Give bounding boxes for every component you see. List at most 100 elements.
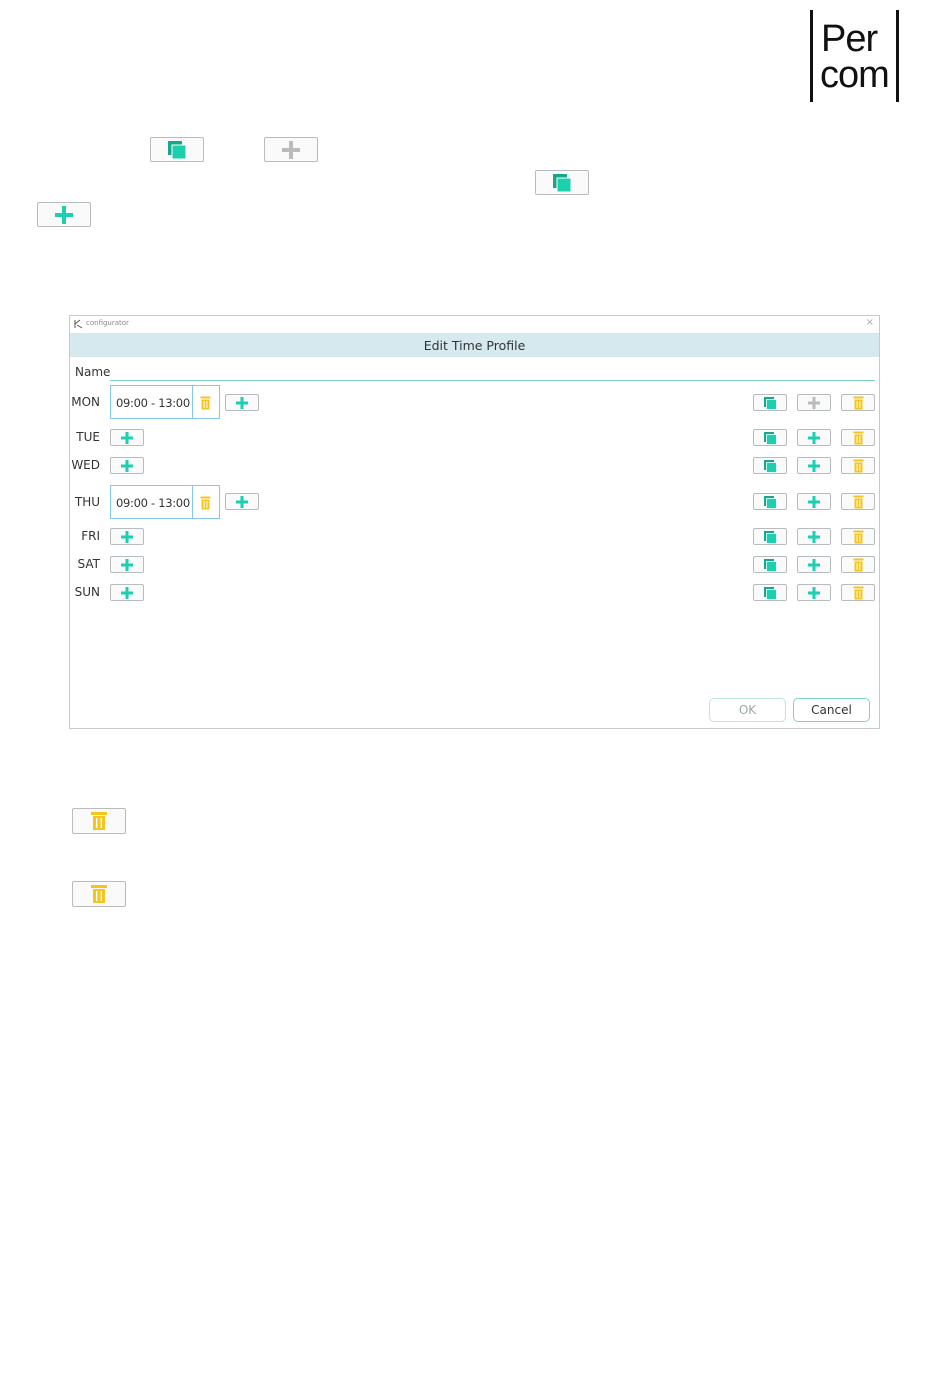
plus-icon bbox=[121, 431, 133, 444]
time-slot-thu[interactable]: 09:00 - 13:00 bbox=[110, 485, 220, 519]
copy-day-button-sat[interactable] bbox=[753, 556, 787, 573]
add-slot-button-fri[interactable] bbox=[110, 528, 144, 545]
logo-text-bottom: com bbox=[820, 54, 890, 96]
day-label-sun: SUN bbox=[74, 585, 100, 599]
delete-button-sample-2[interactable] bbox=[72, 881, 126, 907]
plus-icon bbox=[808, 396, 820, 409]
plus-icon bbox=[282, 140, 300, 159]
window-titlebar: configurator × bbox=[70, 316, 879, 333]
add-slot-button-mon[interactable] bbox=[225, 394, 259, 411]
add-slot-button-wed[interactable] bbox=[110, 457, 144, 474]
trash-icon bbox=[91, 885, 107, 903]
copy-day-button-mon[interactable] bbox=[753, 394, 787, 411]
copy-icon bbox=[764, 495, 777, 509]
plus-icon bbox=[121, 558, 133, 571]
copy-day-button-tue[interactable] bbox=[753, 429, 787, 446]
day-label-tue: TUE bbox=[76, 430, 100, 444]
dialog-header: Edit Time Profile bbox=[70, 333, 879, 357]
logo-bar-left bbox=[810, 10, 813, 102]
clear-day-button-fri[interactable] bbox=[841, 528, 875, 545]
logo-bar-right bbox=[896, 10, 899, 102]
paste-day-button-fri[interactable] bbox=[797, 528, 831, 545]
paste-day-button-mon[interactable] bbox=[797, 394, 831, 411]
paste-day-button-sun[interactable] bbox=[797, 584, 831, 601]
add-slot-button-thu[interactable] bbox=[225, 493, 259, 510]
logo-text-top: Per bbox=[821, 18, 878, 60]
add-slot-button-sat[interactable] bbox=[110, 556, 144, 573]
copy-icon bbox=[168, 140, 187, 159]
time-slot-text: 09:00 - 13:00 bbox=[116, 496, 190, 510]
name-input[interactable] bbox=[110, 380, 875, 381]
delete-button-sample[interactable] bbox=[72, 808, 126, 834]
copy-icon bbox=[764, 530, 777, 544]
cancel-button[interactable]: Cancel bbox=[793, 698, 870, 722]
trash-icon bbox=[853, 459, 863, 472]
ipercom-logo: Per com bbox=[810, 10, 902, 104]
day-label-fri: FRI bbox=[81, 529, 100, 543]
plus-icon bbox=[808, 558, 820, 571]
time-slot-divider bbox=[192, 386, 193, 418]
trash-icon bbox=[853, 495, 863, 508]
copy-day-button-wed[interactable] bbox=[753, 457, 787, 474]
plus-icon bbox=[808, 530, 820, 543]
dialog-title: Edit Time Profile bbox=[423, 338, 526, 353]
time-slot-text: 09:00 - 13:00 bbox=[116, 396, 190, 410]
trash-icon bbox=[91, 812, 107, 830]
time-slot-mon[interactable]: 09:00 - 13:00 bbox=[110, 385, 220, 419]
trash-icon bbox=[200, 396, 211, 410]
clear-day-button-wed[interactable] bbox=[841, 457, 875, 474]
paste-day-button-thu[interactable] bbox=[797, 493, 831, 510]
name-label: Name bbox=[75, 365, 111, 379]
plus-icon bbox=[808, 431, 820, 444]
day-label-mon: MON bbox=[71, 395, 100, 409]
ok-button[interactable]: OK bbox=[709, 698, 786, 722]
plus-icon bbox=[121, 586, 133, 599]
copy-icon bbox=[764, 396, 777, 410]
copy-icon bbox=[764, 558, 777, 572]
copy-day-button-fri[interactable] bbox=[753, 528, 787, 545]
plus-icon bbox=[55, 205, 73, 224]
copy-icon bbox=[553, 173, 572, 192]
app-icon bbox=[74, 319, 83, 329]
trash-icon bbox=[853, 396, 863, 409]
copy-icon bbox=[764, 431, 777, 445]
plus-icon bbox=[121, 459, 133, 472]
paste-day-button-tue[interactable] bbox=[797, 429, 831, 446]
paste-day-button-sat[interactable] bbox=[797, 556, 831, 573]
copy-icon bbox=[764, 586, 777, 600]
delete-slot-button[interactable] bbox=[200, 395, 211, 414]
clear-day-button-tue[interactable] bbox=[841, 429, 875, 446]
add-slot-button-sun[interactable] bbox=[110, 584, 144, 601]
copy-button-sample[interactable] bbox=[150, 137, 204, 162]
clear-day-button-sat[interactable] bbox=[841, 556, 875, 573]
window-title: configurator bbox=[86, 319, 129, 327]
add-button-sample[interactable] bbox=[37, 202, 91, 227]
trash-icon bbox=[853, 530, 863, 543]
copy-icon bbox=[764, 459, 777, 473]
copy-day-button-sun[interactable] bbox=[753, 584, 787, 601]
clear-day-button-mon[interactable] bbox=[841, 394, 875, 411]
plus-icon bbox=[808, 495, 820, 508]
plus-icon bbox=[236, 495, 248, 508]
day-label-thu: THU bbox=[74, 495, 100, 509]
close-icon[interactable]: × bbox=[866, 317, 874, 328]
plus-icon bbox=[808, 586, 820, 599]
paste-day-button-wed[interactable] bbox=[797, 457, 831, 474]
clear-day-button-sun[interactable] bbox=[841, 584, 875, 601]
trash-icon bbox=[200, 496, 211, 510]
plus-icon bbox=[808, 459, 820, 472]
plus-icon bbox=[121, 530, 133, 543]
trash-icon bbox=[853, 431, 863, 444]
trash-icon bbox=[853, 586, 863, 599]
delete-slot-button[interactable] bbox=[200, 495, 211, 514]
day-label-wed: WED bbox=[71, 458, 100, 472]
add-button-disabled-sample[interactable] bbox=[264, 137, 318, 162]
edit-time-profile-dialog: configurator × Edit Time Profile Name MO… bbox=[69, 315, 880, 729]
copy-day-button-thu[interactable] bbox=[753, 493, 787, 510]
add-slot-button-tue[interactable] bbox=[110, 429, 144, 446]
plus-icon bbox=[236, 396, 248, 409]
copy-button-sample-2[interactable] bbox=[535, 170, 589, 195]
time-slot-divider bbox=[192, 486, 193, 518]
clear-day-button-thu[interactable] bbox=[841, 493, 875, 510]
day-label-sat: SAT bbox=[77, 557, 100, 571]
